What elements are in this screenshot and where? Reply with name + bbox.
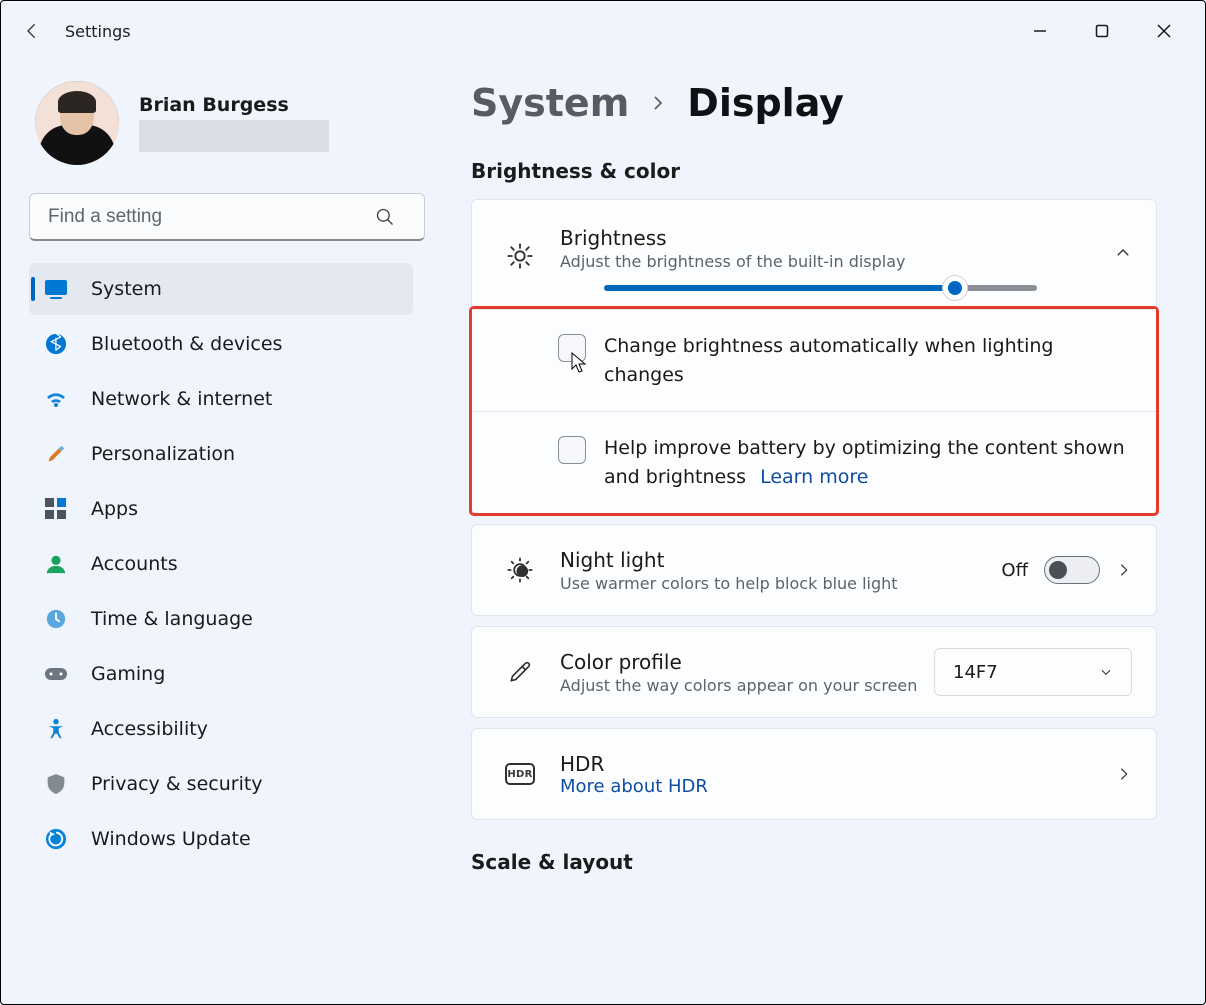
sidebar-item-system[interactable]: System <box>29 263 413 315</box>
update-icon <box>43 826 69 852</box>
section-title-scale-layout: Scale & layout <box>471 850 1157 874</box>
color-profile-value: 14F7 <box>953 662 998 683</box>
breadcrumb-parent[interactable]: System <box>471 81 629 125</box>
search-icon <box>375 207 395 227</box>
hdr-icon: HDR <box>496 763 544 785</box>
user-name: Brian Burgess <box>139 94 329 116</box>
nav: System Bluetooth & devices Network & int… <box>29 263 413 865</box>
night-light-title: Night light <box>560 548 1001 572</box>
brightness-row[interactable]: Brightness Adjust the brightness of the … <box>472 200 1156 309</box>
hdr-title: HDR <box>560 752 1116 776</box>
brightness-card: Brightness Adjust the brightness of the … <box>471 199 1157 514</box>
accessibility-icon <box>43 716 69 742</box>
sidebar-item-accounts[interactable]: Accounts <box>29 538 413 590</box>
color-profile-select[interactable]: 14F7 <box>934 648 1132 696</box>
highlighted-region: Change brightness automatically when lig… <box>472 309 1156 513</box>
sidebar-item-network[interactable]: Network & internet <box>29 373 413 425</box>
system-icon <box>43 276 69 302</box>
hdr-card[interactable]: HDR HDR More about HDR <box>471 728 1157 820</box>
breadcrumb-current: Display <box>687 81 844 125</box>
color-profile-subtitle: Adjust the way colors appear on your scr… <box>560 676 934 695</box>
sidebar-item-personalization[interactable]: Personalization <box>29 428 413 480</box>
gamepad-icon <box>43 661 69 687</box>
nav-label: Bluetooth & devices <box>91 333 282 355</box>
auto-brightness-row[interactable]: Change brightness automatically when lig… <box>472 309 1156 411</box>
breadcrumb: System Display <box>471 81 1157 125</box>
brightness-subtitle: Adjust the brightness of the built-in di… <box>560 252 1096 271</box>
auto-brightness-label: Change brightness automatically when lig… <box>604 332 1132 389</box>
eyedropper-icon <box>496 659 544 685</box>
maximize-button[interactable] <box>1073 11 1131 51</box>
sun-icon <box>496 240 544 271</box>
nav-label: System <box>91 278 162 300</box>
minimize-button[interactable] <box>1011 11 1069 51</box>
learn-more-link[interactable]: Learn more <box>760 466 868 488</box>
clock-globe-icon <box>43 606 69 632</box>
hdr-link[interactable]: More about HDR <box>560 776 1116 797</box>
paintbrush-icon <box>43 441 69 467</box>
window-controls <box>1011 11 1193 51</box>
shield-icon <box>43 771 69 797</box>
night-light-card[interactable]: Night light Use warmer colors to help bl… <box>471 524 1157 616</box>
brightness-title: Brightness <box>560 226 1096 250</box>
nav-label: Apps <box>91 498 138 520</box>
chevron-right-icon[interactable] <box>1116 766 1132 782</box>
apps-icon <box>43 496 69 522</box>
nav-label: Gaming <box>91 663 165 685</box>
chevron-down-icon <box>1099 665 1113 679</box>
brightness-slider[interactable] <box>604 285 1037 291</box>
sidebar-item-windows-update[interactable]: Windows Update <box>29 813 413 865</box>
chevron-up-icon[interactable] <box>1114 244 1132 271</box>
sidebar-item-bluetooth[interactable]: Bluetooth & devices <box>29 318 413 370</box>
night-light-toggle[interactable] <box>1044 556 1100 584</box>
close-button[interactable] <box>1135 11 1193 51</box>
auto-brightness-checkbox[interactable] <box>558 334 586 362</box>
nav-label: Personalization <box>91 443 235 465</box>
accounts-icon <box>43 551 69 577</box>
chevron-right-icon[interactable] <box>1116 562 1132 578</box>
sidebar-item-accessibility[interactable]: Accessibility <box>29 703 413 755</box>
nav-label: Windows Update <box>91 828 251 850</box>
search-input[interactable] <box>29 193 425 241</box>
content-adaptive-checkbox[interactable] <box>558 436 586 464</box>
sidebar: Brian Burgess System Bluetooth & devi <box>1 61 431 1004</box>
search-wrap <box>29 193 413 241</box>
app-title: Settings <box>65 22 131 41</box>
chevron-right-icon <box>649 94 667 112</box>
color-profile-title: Color profile <box>560 650 934 674</box>
nav-label: Network & internet <box>91 388 272 410</box>
nav-label: Privacy & security <box>91 773 263 795</box>
content-adaptive-label: Help improve battery by optimizing the c… <box>604 434 1132 491</box>
nav-label: Time & language <box>91 608 253 630</box>
nav-label: Accounts <box>91 553 178 575</box>
nav-label: Accessibility <box>91 718 208 740</box>
avatar <box>35 81 119 165</box>
section-title-brightness-color: Brightness & color <box>471 159 1157 183</box>
color-profile-card: Color profile Adjust the way colors appe… <box>471 626 1157 718</box>
wifi-icon <box>43 386 69 412</box>
back-button[interactable] <box>13 11 53 51</box>
night-light-state: Off <box>1001 560 1028 581</box>
titlebar: Settings <box>1 1 1205 61</box>
slider-thumb[interactable] <box>942 275 968 301</box>
sidebar-item-time-language[interactable]: Time & language <box>29 593 413 645</box>
night-light-icon <box>496 556 544 584</box>
user-card[interactable]: Brian Burgess <box>35 81 413 165</box>
content: System Display Brightness & color Bright… <box>431 61 1205 1004</box>
user-email-redacted <box>139 120 329 152</box>
content-adaptive-row[interactable]: Help improve battery by optimizing the c… <box>472 411 1156 513</box>
bluetooth-icon <box>43 331 69 357</box>
night-light-subtitle: Use warmer colors to help block blue lig… <box>560 574 940 593</box>
sidebar-item-gaming[interactable]: Gaming <box>29 648 413 700</box>
sidebar-item-apps[interactable]: Apps <box>29 483 413 535</box>
sidebar-item-privacy[interactable]: Privacy & security <box>29 758 413 810</box>
